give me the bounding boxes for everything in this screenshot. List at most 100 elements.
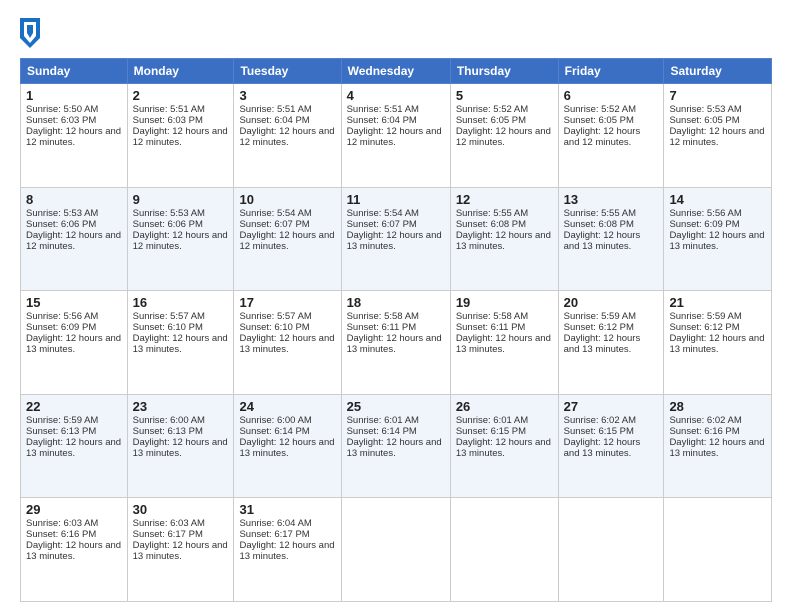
daylight-label: Daylight: 12 hours and 13 minutes. <box>133 540 228 562</box>
sunset-label: Sunset: 6:14 PM <box>239 426 309 437</box>
week-row-5: 29Sunrise: 6:03 AMSunset: 6:16 PMDayligh… <box>21 498 772 602</box>
day-cell-28: 28Sunrise: 6:02 AMSunset: 6:16 PMDayligh… <box>664 394 772 498</box>
sunset-label: Sunset: 6:11 PM <box>347 322 417 333</box>
sunset-label: Sunset: 6:09 PM <box>26 322 96 333</box>
daylight-label: Daylight: 12 hours and 13 minutes. <box>669 437 764 459</box>
daylight-label: Daylight: 12 hours and 13 minutes. <box>347 333 442 355</box>
sunrise-label: Sunrise: 5:54 AM <box>239 208 311 219</box>
sunrise-label: Sunrise: 5:57 AM <box>133 311 205 322</box>
day-number: 3 <box>239 88 335 103</box>
day-cell-12: 12Sunrise: 5:55 AMSunset: 6:08 PMDayligh… <box>450 187 558 291</box>
day-cell-13: 13Sunrise: 5:55 AMSunset: 6:08 PMDayligh… <box>558 187 664 291</box>
weekday-header-tuesday: Tuesday <box>234 59 341 84</box>
day-number: 13 <box>564 192 659 207</box>
day-cell-20: 20Sunrise: 5:59 AMSunset: 6:12 PMDayligh… <box>558 291 664 395</box>
day-number: 28 <box>669 399 766 414</box>
sunrise-label: Sunrise: 5:53 AM <box>133 208 205 219</box>
daylight-label: Daylight: 12 hours and 13 minutes. <box>347 437 442 459</box>
daylight-label: Daylight: 12 hours and 13 minutes. <box>564 437 641 459</box>
daylight-label: Daylight: 12 hours and 12 minutes. <box>239 230 334 252</box>
sunrise-label: Sunrise: 5:50 AM <box>26 104 98 115</box>
sunset-label: Sunset: 6:04 PM <box>239 115 309 126</box>
week-row-3: 15Sunrise: 5:56 AMSunset: 6:09 PMDayligh… <box>21 291 772 395</box>
daylight-label: Daylight: 12 hours and 13 minutes. <box>239 333 334 355</box>
sunrise-label: Sunrise: 6:00 AM <box>133 415 205 426</box>
sunrise-label: Sunrise: 5:53 AM <box>669 104 741 115</box>
sunrise-label: Sunrise: 5:55 AM <box>564 208 636 219</box>
day-cell-30: 30Sunrise: 6:03 AMSunset: 6:17 PMDayligh… <box>127 498 234 602</box>
sunset-label: Sunset: 6:10 PM <box>133 322 203 333</box>
day-cell-23: 23Sunrise: 6:00 AMSunset: 6:13 PMDayligh… <box>127 394 234 498</box>
sunset-label: Sunset: 6:06 PM <box>133 219 203 230</box>
day-cell-16: 16Sunrise: 5:57 AMSunset: 6:10 PMDayligh… <box>127 291 234 395</box>
day-number: 14 <box>669 192 766 207</box>
calendar-body: 1Sunrise: 5:50 AMSunset: 6:03 PMDaylight… <box>21 84 772 602</box>
day-number: 19 <box>456 295 553 310</box>
day-cell-10: 10Sunrise: 5:54 AMSunset: 6:07 PMDayligh… <box>234 187 341 291</box>
day-cell-26: 26Sunrise: 6:01 AMSunset: 6:15 PMDayligh… <box>450 394 558 498</box>
day-number: 29 <box>26 502 122 517</box>
sunset-label: Sunset: 6:05 PM <box>564 115 634 126</box>
week-row-2: 8Sunrise: 5:53 AMSunset: 6:06 PMDaylight… <box>21 187 772 291</box>
sunset-label: Sunset: 6:03 PM <box>133 115 203 126</box>
sunrise-label: Sunrise: 5:51 AM <box>133 104 205 115</box>
day-number: 2 <box>133 88 229 103</box>
day-cell-19: 19Sunrise: 5:58 AMSunset: 6:11 PMDayligh… <box>450 291 558 395</box>
sunset-label: Sunset: 6:11 PM <box>456 322 526 333</box>
daylight-label: Daylight: 12 hours and 13 minutes. <box>26 540 121 562</box>
day-number: 5 <box>456 88 553 103</box>
sunset-label: Sunset: 6:17 PM <box>239 529 309 540</box>
empty-cell <box>664 498 772 602</box>
sunrise-label: Sunrise: 5:54 AM <box>347 208 419 219</box>
daylight-label: Daylight: 12 hours and 12 minutes. <box>133 230 228 252</box>
daylight-label: Daylight: 12 hours and 13 minutes. <box>133 437 228 459</box>
day-number: 30 <box>133 502 229 517</box>
sunset-label: Sunset: 6:16 PM <box>669 426 739 437</box>
day-number: 31 <box>239 502 335 517</box>
day-cell-27: 27Sunrise: 6:02 AMSunset: 6:15 PMDayligh… <box>558 394 664 498</box>
sunset-label: Sunset: 6:08 PM <box>564 219 634 230</box>
sunset-label: Sunset: 6:15 PM <box>456 426 526 437</box>
day-cell-2: 2Sunrise: 5:51 AMSunset: 6:03 PMDaylight… <box>127 84 234 188</box>
sunrise-label: Sunrise: 6:02 AM <box>564 415 636 426</box>
sunrise-label: Sunrise: 6:02 AM <box>669 415 741 426</box>
daylight-label: Daylight: 12 hours and 13 minutes. <box>456 437 551 459</box>
weekday-header-thursday: Thursday <box>450 59 558 84</box>
day-cell-5: 5Sunrise: 5:52 AMSunset: 6:05 PMDaylight… <box>450 84 558 188</box>
sunset-label: Sunset: 6:05 PM <box>456 115 526 126</box>
daylight-label: Daylight: 12 hours and 13 minutes. <box>564 230 641 252</box>
daylight-label: Daylight: 12 hours and 12 minutes. <box>239 126 334 148</box>
day-number: 16 <box>133 295 229 310</box>
day-number: 24 <box>239 399 335 414</box>
daylight-label: Daylight: 12 hours and 12 minutes. <box>26 230 121 252</box>
daylight-label: Daylight: 12 hours and 13 minutes. <box>669 333 764 355</box>
sunrise-label: Sunrise: 5:57 AM <box>239 311 311 322</box>
daylight-label: Daylight: 12 hours and 13 minutes. <box>669 230 764 252</box>
day-number: 17 <box>239 295 335 310</box>
day-cell-18: 18Sunrise: 5:58 AMSunset: 6:11 PMDayligh… <box>341 291 450 395</box>
day-cell-4: 4Sunrise: 5:51 AMSunset: 6:04 PMDaylight… <box>341 84 450 188</box>
week-row-4: 22Sunrise: 5:59 AMSunset: 6:13 PMDayligh… <box>21 394 772 498</box>
day-number: 25 <box>347 399 445 414</box>
sunrise-label: Sunrise: 6:03 AM <box>133 518 205 529</box>
daylight-label: Daylight: 12 hours and 13 minutes. <box>133 333 228 355</box>
day-cell-7: 7Sunrise: 5:53 AMSunset: 6:05 PMDaylight… <box>664 84 772 188</box>
weekday-header-row: SundayMondayTuesdayWednesdayThursdayFrid… <box>21 59 772 84</box>
day-number: 26 <box>456 399 553 414</box>
day-cell-8: 8Sunrise: 5:53 AMSunset: 6:06 PMDaylight… <box>21 187 128 291</box>
daylight-label: Daylight: 12 hours and 12 minutes. <box>133 126 228 148</box>
sunrise-label: Sunrise: 5:58 AM <box>456 311 528 322</box>
daylight-label: Daylight: 12 hours and 12 minutes. <box>26 126 121 148</box>
sunset-label: Sunset: 6:09 PM <box>669 219 739 230</box>
day-cell-31: 31Sunrise: 6:04 AMSunset: 6:17 PMDayligh… <box>234 498 341 602</box>
day-cell-29: 29Sunrise: 6:03 AMSunset: 6:16 PMDayligh… <box>21 498 128 602</box>
logo-icon <box>20 18 40 48</box>
day-cell-6: 6Sunrise: 5:52 AMSunset: 6:05 PMDaylight… <box>558 84 664 188</box>
day-cell-22: 22Sunrise: 5:59 AMSunset: 6:13 PMDayligh… <box>21 394 128 498</box>
weekday-header-sunday: Sunday <box>21 59 128 84</box>
day-cell-3: 3Sunrise: 5:51 AMSunset: 6:04 PMDaylight… <box>234 84 341 188</box>
sunset-label: Sunset: 6:05 PM <box>669 115 739 126</box>
sunrise-label: Sunrise: 5:59 AM <box>26 415 98 426</box>
sunset-label: Sunset: 6:07 PM <box>347 219 417 230</box>
day-number: 9 <box>133 192 229 207</box>
